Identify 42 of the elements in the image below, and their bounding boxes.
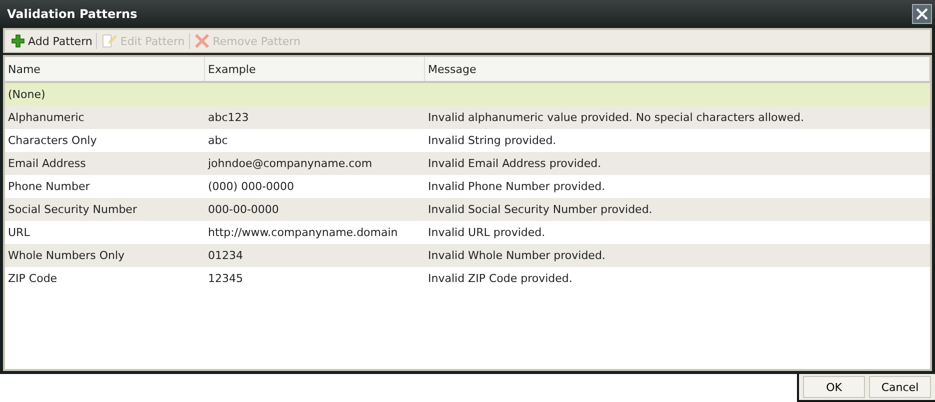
table-row[interactable]: Whole Numbers Only 01234 Invalid Whole Number provided. bbox=[5, 244, 930, 267]
table-cell: 01234 bbox=[208, 249, 243, 262]
table-cell: Characters Only bbox=[8, 134, 97, 147]
table-cell: Phone Number bbox=[8, 180, 90, 193]
table-cell: (None) bbox=[8, 88, 46, 101]
pencil-page-icon bbox=[101, 33, 118, 49]
column-header[interactable]: Name bbox=[5, 57, 205, 81]
table-cell: 000-00-0000 bbox=[208, 203, 279, 216]
table-cell: Alphanumeric bbox=[8, 111, 84, 124]
table-cell: Invalid URL provided. bbox=[428, 226, 546, 239]
table-row[interactable]: Social Security Number 000-00-0000 Invalid Social Security Number provided. bbox=[5, 198, 930, 221]
table-row[interactable]: Email Address johndoe@companyname.com Invalid Email Address provided. bbox=[5, 152, 930, 175]
table-cell: URL bbox=[8, 226, 30, 239]
cross-icon bbox=[194, 33, 210, 49]
table-cell: 12345 bbox=[208, 272, 243, 285]
table-cell: Invalid Email Address provided. bbox=[428, 157, 602, 170]
table-cell: (000) 000-0000 bbox=[208, 180, 294, 193]
table-cell: abc123 bbox=[208, 111, 249, 124]
dialog-button[interactable]: Cancel bbox=[869, 376, 931, 398]
dialog-button[interactable]: OK bbox=[803, 376, 865, 398]
table-cell: Invalid String provided. bbox=[428, 134, 556, 147]
table-cell: Whole Numbers Only bbox=[8, 249, 125, 262]
table-cell: Invalid ZIP Code provided. bbox=[428, 272, 572, 285]
table-row[interactable]: (None) bbox=[5, 83, 930, 106]
column-header[interactable]: Example bbox=[205, 57, 425, 81]
column-header[interactable]: Message bbox=[425, 57, 930, 81]
close-icon bbox=[915, 7, 929, 21]
table-cell: Invalid Phone Number provided. bbox=[428, 180, 606, 193]
table-cell: abc bbox=[208, 134, 228, 147]
table-cell: Invalid alphanumeric value provided. No special characters allowed. bbox=[428, 111, 804, 124]
toolbar-button[interactable]: Add Pattern bbox=[11, 34, 92, 48]
table-row[interactable]: Alphanumeric abc123 Invalid alphanumeric value provided. No special characters allowed. bbox=[5, 106, 930, 129]
table-cell: Social Security Number bbox=[8, 203, 137, 216]
plus-icon bbox=[11, 34, 25, 48]
table-cell: johndoe@companyname.com bbox=[208, 157, 372, 170]
window-title: Validation Patterns bbox=[7, 7, 138, 21]
table-cell: Email Address bbox=[8, 157, 86, 170]
table-cell: Invalid Social Security Number provided. bbox=[428, 203, 652, 216]
table-cell: http://www.companyname.domain bbox=[208, 226, 398, 239]
table-cell: Invalid Whole Number provided. bbox=[428, 249, 606, 262]
close-button[interactable] bbox=[912, 4, 932, 24]
table-cell: ZIP Code bbox=[8, 272, 58, 285]
